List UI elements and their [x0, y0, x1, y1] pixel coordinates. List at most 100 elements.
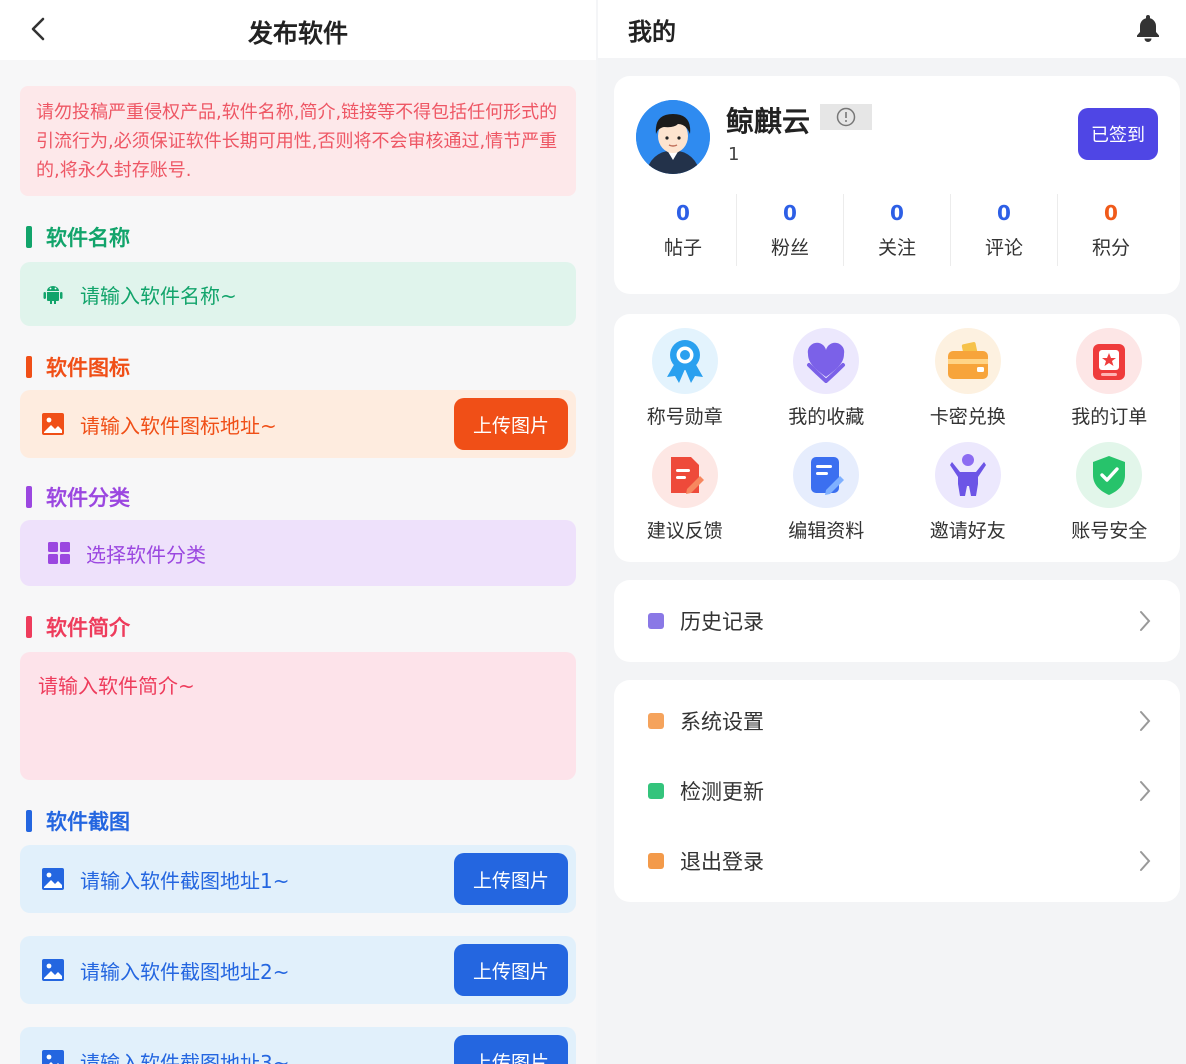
- grid-item-feedback[interactable]: 建议反馈: [614, 442, 756, 548]
- chevron-right-icon: [1140, 851, 1151, 871]
- grid-item-orders[interactable]: 我的订单: [1039, 328, 1181, 434]
- grid-item-label: 我的订单: [1071, 406, 1148, 428]
- stat-value: 0: [1104, 200, 1118, 225]
- bell-icon[interactable]: [1134, 12, 1162, 42]
- invite-icon: [934, 442, 1001, 508]
- android-icon: [40, 281, 66, 307]
- feedback-icon: [651, 442, 718, 508]
- screenshot-url-input-1[interactable]: 请输入软件截图地址1~ 上传图片: [20, 845, 576, 913]
- section-marker: [26, 226, 32, 248]
- stat-value: 0: [676, 200, 690, 225]
- software-intro-placeholder: 请输入软件简介~: [38, 674, 195, 698]
- order-icon: [1076, 328, 1143, 394]
- settings-icon: [648, 713, 664, 729]
- screenshot-url-input-3[interactable]: 请输入软件截图地址3~ 上传图片: [20, 1027, 576, 1064]
- chevron-right-icon: [1140, 611, 1151, 631]
- stat-label: 帖子: [663, 236, 702, 259]
- software-name-input[interactable]: 请输入软件名称~: [20, 262, 576, 326]
- upload-screenshot-button[interactable]: 上传图片: [454, 1035, 568, 1064]
- image-icon: [40, 957, 66, 983]
- medal-icon: [651, 328, 718, 394]
- publish-header: 发布软件: [0, 0, 596, 60]
- section-label: 软件分类: [46, 486, 130, 510]
- software-category-select[interactable]: 选择软件分类: [20, 520, 576, 586]
- upload-icon-button[interactable]: 上传图片: [454, 398, 568, 450]
- menu-label: 系统设置: [680, 710, 764, 734]
- software-icon-url-input[interactable]: 请输入软件图标地址~ 上传图片: [20, 390, 576, 458]
- section-software-intro: 软件简介: [26, 612, 130, 642]
- edit-profile-icon: [793, 442, 860, 508]
- page-title: 发布软件: [247, 19, 348, 48]
- grid-item-label: 编辑资料: [788, 520, 865, 542]
- sign-in-button[interactable]: 已签到: [1078, 108, 1158, 160]
- image-icon: [40, 1048, 66, 1064]
- stat-value: 0: [890, 200, 904, 225]
- section-label: 软件名称: [46, 226, 130, 250]
- software-icon-placeholder: 请输入软件图标地址~: [80, 413, 277, 438]
- screenshot-url-input-2[interactable]: 请输入软件截图地址2~ 上传图片: [20, 936, 576, 1004]
- menu-check-update[interactable]: 检测更新: [614, 756, 1180, 826]
- upload-screenshot-button[interactable]: 上传图片: [454, 944, 568, 996]
- grid-item-medals[interactable]: 称号勋章: [614, 328, 756, 434]
- grid-item-label: 邀请好友: [929, 520, 1006, 542]
- image-icon: [40, 411, 66, 437]
- screenshot-placeholder: 请输入软件截图地址1~: [80, 868, 290, 893]
- warning-notice: 请勿投稿严重侵权产品,软件名称,简介,链接等不得包括任何形式的引流行为,必须保证…: [20, 86, 576, 196]
- section-marker: [26, 810, 32, 832]
- info-icon: [836, 107, 856, 127]
- grid-item-label: 建议反馈: [646, 520, 723, 542]
- section-marker: [26, 356, 32, 378]
- grid-item-edit-profile[interactable]: 编辑资料: [756, 442, 898, 548]
- software-intro-textarea[interactable]: 请输入软件简介~: [20, 652, 576, 780]
- grid-item-account-security[interactable]: 账号安全: [1039, 442, 1181, 548]
- stat-points[interactable]: 0 积分: [1058, 194, 1164, 266]
- grid-item-favorites[interactable]: 我的收藏: [756, 328, 898, 434]
- logout-icon: [648, 853, 664, 869]
- update-icon: [648, 783, 664, 799]
- section-software-name: 软件名称: [26, 222, 130, 252]
- user-level-badge[interactable]: [820, 104, 872, 130]
- grid-item-label: 账号安全: [1071, 520, 1148, 542]
- user-stats: 0 帖子 0 粉丝 0 关注 0 评论 0 积分: [630, 194, 1164, 266]
- stat-value: 0: [783, 200, 797, 225]
- upload-screenshot-button[interactable]: 上传图片: [454, 853, 568, 905]
- grid-item-label: 称号勋章: [646, 406, 723, 428]
- stat-fans[interactable]: 0 粉丝: [737, 194, 844, 266]
- menu-history[interactable]: 历史记录: [614, 586, 1180, 656]
- stat-comments[interactable]: 0 评论: [951, 194, 1058, 266]
- grid-item-invite-friends[interactable]: 邀请好友: [897, 442, 1039, 548]
- user-card: 鲸麒云 1 已签到 0 帖子 0 粉丝 0 关注 0 评论 0 积分: [614, 76, 1180, 294]
- stat-label: 评论: [984, 236, 1023, 259]
- grid-item-card-redeem[interactable]: 卡密兑换: [897, 328, 1039, 434]
- history-card: 历史记录: [614, 580, 1180, 662]
- section-software-category: 软件分类: [26, 482, 130, 512]
- menu-label: 退出登录: [680, 850, 764, 874]
- favorite-icon: [793, 328, 860, 394]
- section-software-screenshots: 软件截图: [26, 806, 130, 836]
- feature-grid: 称号勋章 我的收藏 卡密兑换 我的订单 建议反馈 编辑资料 邀请好友 账号安全: [614, 328, 1180, 548]
- stat-posts[interactable]: 0 帖子: [630, 194, 737, 266]
- chevron-right-icon: [1140, 711, 1151, 731]
- user-avatar-icon: [636, 100, 710, 174]
- menu-settings[interactable]: 系统设置: [614, 686, 1180, 756]
- page-title: 我的: [628, 18, 676, 46]
- section-label: 软件图标: [46, 356, 130, 380]
- username: 鲸麒云: [726, 105, 811, 138]
- stat-following[interactable]: 0 关注: [844, 194, 951, 266]
- history-icon: [648, 613, 664, 629]
- menu-logout[interactable]: 退出登录: [614, 826, 1180, 896]
- avatar[interactable]: [636, 100, 710, 174]
- user-id: 1: [728, 144, 740, 165]
- stat-label: 粉丝: [770, 236, 809, 259]
- profile-header: 我的: [598, 0, 1186, 58]
- menu-label: 历史记录: [680, 610, 764, 634]
- software-name-placeholder: 请输入软件名称~: [80, 283, 237, 308]
- chevron-right-icon: [1140, 781, 1151, 801]
- wallet-icon: [934, 328, 1001, 394]
- publish-software-screen: 发布软件 请勿投稿严重侵权产品,软件名称,简介,链接等不得包括任何形式的引流行为…: [0, 0, 596, 1064]
- software-category-placeholder: 选择软件分类: [86, 542, 206, 567]
- stat-value: 0: [997, 200, 1011, 225]
- grid-item-label: 卡密兑换: [929, 406, 1006, 428]
- section-label: 软件截图: [46, 810, 130, 834]
- grid-item-label: 我的收藏: [788, 406, 865, 428]
